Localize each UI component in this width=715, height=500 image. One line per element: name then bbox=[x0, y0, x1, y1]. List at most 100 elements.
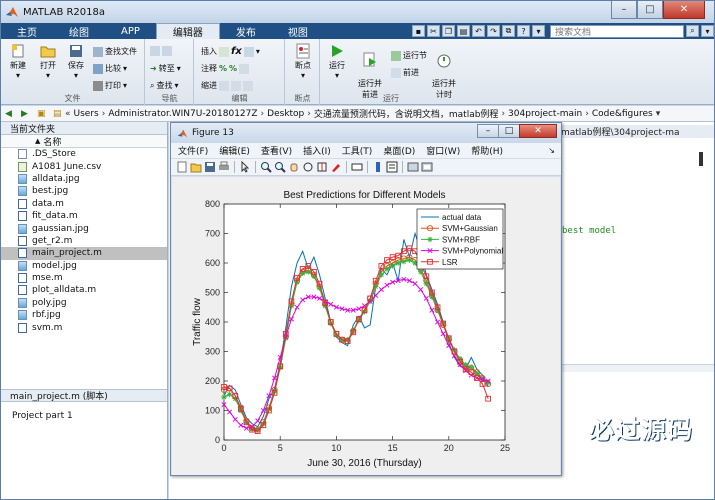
breadcrumb-item[interactable]: 304project-main bbox=[508, 109, 582, 119]
menu-desktop[interactable]: 桌面(D) bbox=[383, 144, 415, 157]
file-list-item[interactable]: A1081 June.csv bbox=[1, 160, 167, 172]
close-button[interactable]: ✕ bbox=[663, 1, 705, 19]
address-bar[interactable]: ◀ ▶ ▣ ▤ « Users › Administrator.WIN7U-201… bbox=[1, 106, 714, 122]
file-list-item[interactable]: best.jpg bbox=[1, 185, 167, 197]
tab-home[interactable]: 主页 bbox=[1, 23, 53, 39]
maximize-button[interactable]: □ bbox=[637, 1, 663, 19]
editor-tab[interactable]: matlab例程\304project-ma bbox=[559, 125, 714, 138]
save-button[interactable]: 保存 ▾ bbox=[65, 43, 87, 80]
address-dropdown-icon[interactable]: ▾ bbox=[656, 109, 661, 119]
file-list-item[interactable]: get_r2.m bbox=[1, 235, 167, 247]
menu-help[interactable]: 帮助(H) bbox=[471, 144, 503, 157]
pan-hand-icon[interactable] bbox=[288, 161, 300, 173]
print-button[interactable]: 打印 ▾ bbox=[93, 80, 127, 91]
find-files-button[interactable]: 查找文件 bbox=[93, 46, 137, 57]
menu-tools[interactable]: 工具(T) bbox=[342, 144, 373, 157]
open-button[interactable]: 打开 ▾ bbox=[37, 43, 59, 80]
switch-window-icon[interactable]: ⧉ bbox=[502, 25, 515, 37]
save-figure-icon[interactable] bbox=[204, 161, 216, 173]
tab-editor[interactable]: 编辑器 bbox=[155, 23, 220, 39]
file-list-item[interactable]: alldata.jpg bbox=[1, 173, 167, 185]
comment-button[interactable]: 注释 % % bbox=[201, 63, 250, 74]
menu-view[interactable]: 查看(V) bbox=[261, 144, 292, 157]
redo-icon[interactable]: ↷ bbox=[487, 25, 500, 37]
figure-minimize-button[interactable]: – bbox=[477, 124, 499, 138]
indent-button[interactable]: 缩进 bbox=[201, 80, 253, 91]
insert-button[interactable]: 插入 fx ▾ bbox=[201, 46, 260, 57]
tab-apps[interactable]: APP bbox=[105, 23, 156, 39]
figure-close-button[interactable]: ✕ bbox=[519, 124, 557, 138]
zoom-out-icon[interactable] bbox=[274, 161, 286, 173]
new-figure-icon[interactable] bbox=[176, 161, 188, 173]
brush-icon[interactable] bbox=[330, 161, 342, 173]
compare-button[interactable]: 比较 ▾ bbox=[93, 63, 127, 74]
figure-maximize-button[interactable]: □ bbox=[498, 124, 520, 138]
print-figure-icon[interactable] bbox=[218, 161, 230, 173]
back-arrow-icon[interactable]: ◀ bbox=[5, 109, 15, 119]
file-list-item[interactable]: main_project.m bbox=[1, 247, 167, 260]
file-list-item[interactable]: rbf.jpg bbox=[1, 309, 167, 321]
rotate-3d-icon[interactable] bbox=[302, 161, 314, 173]
cut-icon[interactable]: ✂ bbox=[427, 25, 440, 37]
menu-window[interactable]: 窗口(W) bbox=[426, 144, 460, 157]
breadcrumb-item[interactable]: 交通流量预测代码，含说明文档，matlab例程 bbox=[314, 107, 499, 120]
save-icon[interactable]: ▪ bbox=[412, 25, 425, 37]
figure-title-bar[interactable]: Figure 13 – □ ✕ bbox=[171, 123, 561, 143]
paste-icon[interactable]: ▤ bbox=[457, 25, 470, 37]
help-icon[interactable]: ? bbox=[517, 25, 530, 37]
breadcrumb-item[interactable]: Users bbox=[74, 109, 99, 119]
browse-folder-icon[interactable]: ▤ bbox=[53, 109, 63, 119]
breadcrumb-item[interactable]: Administrator.WIN7U-20180127Z bbox=[108, 109, 257, 119]
file-list-item[interactable]: data.m bbox=[1, 198, 167, 210]
chart[interactable]: 0 5 10 15 20 25 0 100 200 300 400 500 600 700 800 Best … bbox=[172, 177, 560, 475]
editor-code-line[interactable]: best model bbox=[562, 226, 616, 236]
run-section-button[interactable]: 运行节 bbox=[391, 50, 427, 61]
hide-plot-tools-icon[interactable] bbox=[407, 161, 419, 173]
figure-canvas[interactable]: 0 5 10 15 20 25 0 100 200 300 400 500 600 700 800 Best … bbox=[172, 177, 560, 475]
menu-file[interactable]: 文件(F) bbox=[178, 144, 208, 157]
menu-edit[interactable]: 编辑(E) bbox=[219, 144, 250, 157]
search-icon[interactable]: ⌕ bbox=[686, 25, 699, 37]
file-list-item[interactable]: plot_alldata.m bbox=[1, 284, 167, 296]
tab-view[interactable]: 视图 bbox=[272, 23, 324, 39]
breadcrumb-item[interactable]: Code&figures bbox=[592, 109, 653, 119]
search-docs-input[interactable]: 搜索文档 bbox=[550, 24, 684, 38]
tab-publish[interactable]: 发布 bbox=[220, 23, 272, 39]
dropdown-icon[interactable]: ▾ bbox=[532, 25, 545, 37]
tab-plots[interactable]: 绘图 bbox=[53, 23, 105, 39]
file-list-item[interactable]: model.jpg bbox=[1, 260, 167, 272]
file-list-item[interactable]: mse.m bbox=[1, 272, 167, 284]
file-list-item[interactable]: fit_data.m bbox=[1, 210, 167, 222]
forward-arrow-icon[interactable]: ▶ bbox=[21, 109, 31, 119]
file-list-item[interactable]: .DS_Store bbox=[1, 148, 167, 160]
title-bar[interactable]: MATLAB R2018a – □ ✕ bbox=[1, 1, 714, 23]
bell-icon[interactable]: ▾ bbox=[701, 25, 714, 37]
show-plot-tools-icon[interactable] bbox=[421, 161, 433, 173]
open-file-icon[interactable] bbox=[190, 161, 202, 173]
undo-icon[interactable]: ↶ bbox=[472, 25, 485, 37]
copy-icon[interactable]: ❐ bbox=[442, 25, 455, 37]
back-forward-buttons[interactable] bbox=[150, 46, 172, 56]
breakpoints-button[interactable]: 断点 ▾ bbox=[289, 43, 317, 80]
goto-button[interactable]: ➜ 转至 ▾ bbox=[150, 63, 181, 74]
up-folder-icon[interactable]: ▣ bbox=[37, 109, 47, 119]
insert-colorbar-icon[interactable] bbox=[372, 161, 384, 173]
insert-legend-icon[interactable] bbox=[386, 161, 398, 173]
advance-button[interactable]: 前进 bbox=[391, 67, 419, 78]
minimize-button[interactable]: – bbox=[611, 1, 637, 19]
file-list-item[interactable]: poly.jpg bbox=[1, 297, 167, 309]
zoom-in-icon[interactable] bbox=[260, 161, 272, 173]
file-list-item[interactable]: svm.m bbox=[1, 321, 167, 333]
link-plot-icon[interactable] bbox=[351, 161, 363, 173]
find-button[interactable]: ⌕ 查找 ▾ bbox=[150, 80, 179, 91]
name-column-header[interactable]: ▲ 名称 bbox=[1, 135, 167, 148]
run-and-time-button[interactable]: 运行并 计时 bbox=[429, 43, 459, 100]
new-button[interactable]: 新建 ▾ bbox=[7, 43, 29, 80]
file-list-item[interactable]: gaussian.jpg bbox=[1, 222, 167, 234]
run-and-advance-button[interactable]: 运行并 前进 bbox=[355, 43, 385, 100]
run-button[interactable]: 运行 ▾ bbox=[325, 43, 349, 80]
breadcrumb-item[interactable]: Desktop bbox=[267, 109, 304, 119]
edit-plot-arrow-icon[interactable] bbox=[239, 161, 251, 173]
menu-insert[interactable]: 插入(I) bbox=[303, 144, 331, 157]
data-cursor-icon[interactable] bbox=[316, 161, 328, 173]
